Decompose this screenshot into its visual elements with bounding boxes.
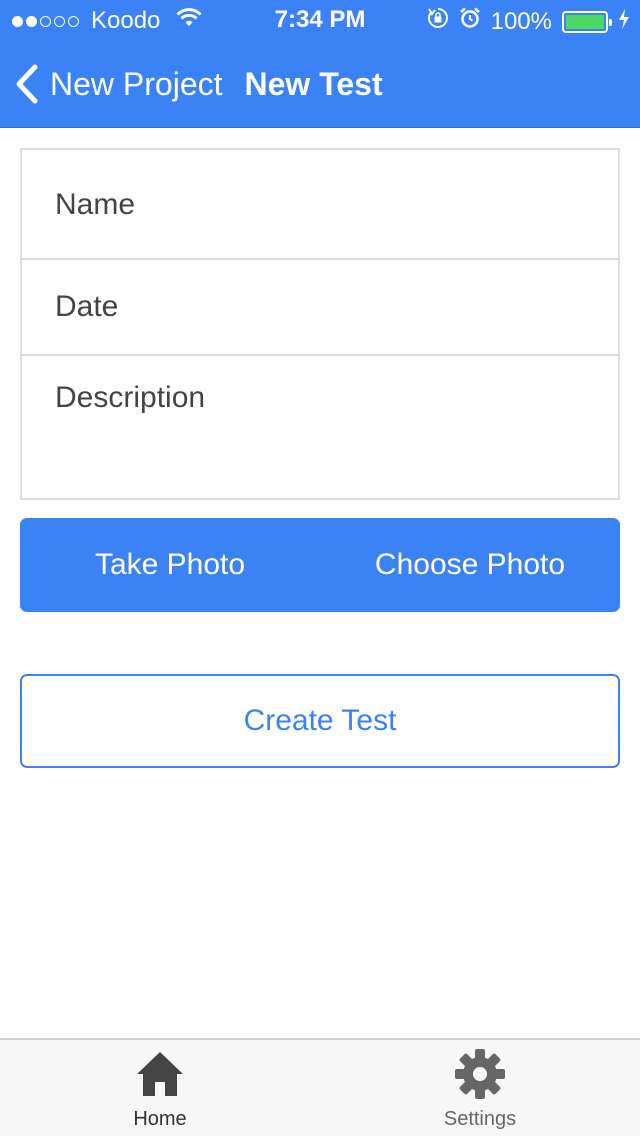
navigation-bar: New Project New Test: [0, 56, 640, 112]
gear-icon: [454, 1048, 506, 1100]
chevron-left-icon: [14, 64, 40, 104]
page-title: New Test: [244, 65, 383, 102]
date-input[interactable]: [22, 260, 618, 354]
date-field-row: [22, 260, 618, 356]
choose-photo-button[interactable]: Choose Photo: [320, 518, 620, 612]
back-button[interactable]: New Project: [14, 64, 223, 104]
header: Koodo 7:34 PM 100% New Project New Test: [0, 0, 640, 128]
battery-icon: [562, 10, 612, 33]
battery-fill: [566, 14, 604, 29]
alarm-icon: [459, 7, 481, 36]
tab-settings[interactable]: Settings: [320, 1040, 640, 1136]
create-test-button[interactable]: Create Test: [20, 674, 620, 768]
charging-icon: [618, 8, 630, 36]
name-input[interactable]: [22, 150, 618, 258]
back-button-label: New Project: [50, 65, 223, 102]
description-field-row: [22, 356, 618, 498]
status-bar: Koodo 7:34 PM 100%: [0, 0, 640, 40]
home-icon: [134, 1048, 186, 1100]
tab-home-label: Home: [133, 1108, 187, 1130]
description-input[interactable]: [22, 356, 618, 496]
tab-home[interactable]: Home: [0, 1040, 320, 1136]
tab-settings-label: Settings: [443, 1108, 517, 1130]
take-photo-button[interactable]: Take Photo: [20, 518, 320, 612]
battery-tip: [609, 18, 612, 26]
name-field-row: [22, 150, 618, 260]
photo-actions-bar: Take Photo Choose Photo: [20, 518, 620, 612]
tab-bar: Home Settings: [0, 1038, 640, 1136]
battery-percent: 100%: [490, 7, 552, 35]
status-right: 100%: [427, 7, 630, 36]
new-test-form: [20, 148, 620, 500]
orientation-lock-icon: [427, 7, 449, 36]
